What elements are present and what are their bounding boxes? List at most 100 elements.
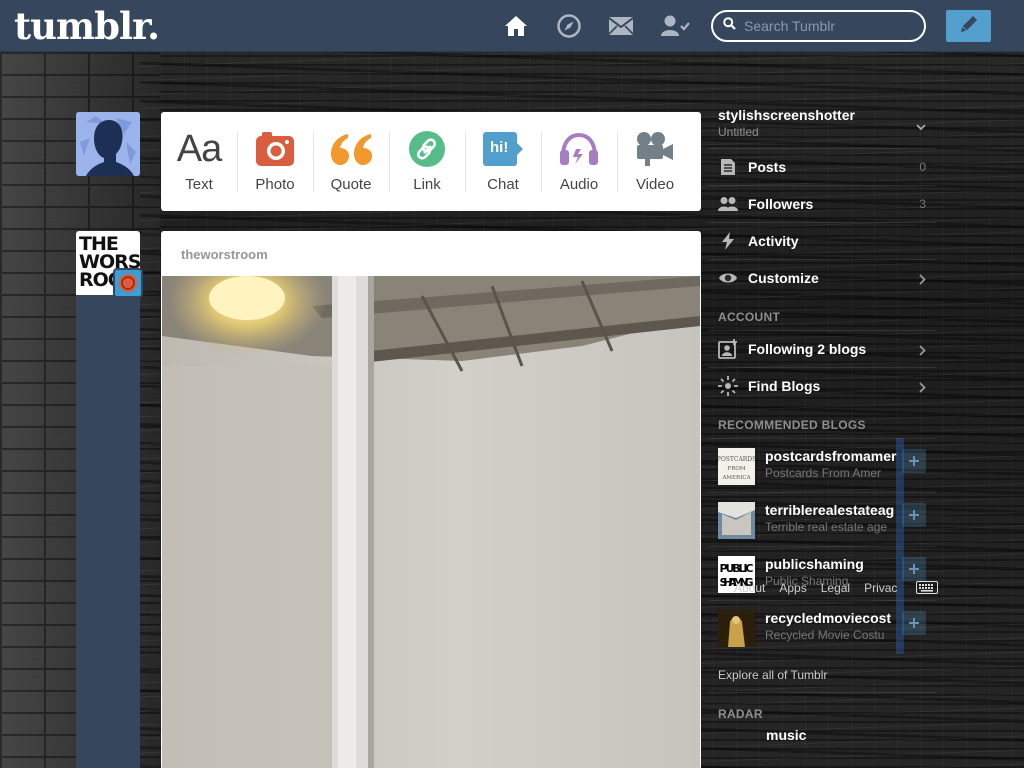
reblog-mini-avatar[interactable]	[113, 268, 143, 298]
recommended-blog-name: publicshaming	[765, 556, 864, 572]
svg-text:FROM: FROM	[727, 466, 745, 472]
find-blogs-icon	[718, 376, 738, 396]
posts-icon	[718, 157, 738, 177]
sidebar-item-label: Followers	[748, 196, 814, 212]
footer-links: About Apps Legal Privac	[734, 581, 897, 595]
tumblr-logo[interactable]: tumblr.	[14, 4, 160, 48]
sidebar-item-label: Posts	[748, 159, 787, 175]
compose-audio-label: Audio	[559, 176, 599, 193]
eye-icon	[718, 268, 738, 288]
following-icon	[718, 339, 738, 359]
follow-button[interactable]	[902, 503, 926, 527]
chevron-down-icon	[916, 118, 926, 136]
account-icon[interactable]	[660, 12, 692, 40]
radar-item[interactable]: music	[708, 727, 936, 747]
user-avatar[interactable]	[76, 112, 140, 176]
blog-thumbnail: POSTCARDS FROM AMERICA	[718, 448, 755, 485]
radar-item-name: music	[766, 727, 807, 743]
keyboard-shortcuts-icon[interactable]	[916, 581, 938, 599]
recommended-blogs-list: POSTCARDS FROM AMERICA postcardsfromamer P…	[708, 438, 938, 654]
sidebar-blog-name: stylishscreenshotter	[718, 107, 855, 123]
sidebar-item-label: Customize	[748, 270, 819, 286]
blog-thumbnail	[718, 610, 755, 647]
post-composer: Aa Text Photo Quote Link hi! Chat Audio	[161, 112, 701, 211]
compose-video-label: Video	[635, 176, 675, 193]
sidebar-item-followers[interactable]: Followers 3	[708, 185, 936, 222]
chevron-right-icon	[919, 380, 926, 398]
compose-text-button[interactable]: Aa Text	[161, 112, 237, 211]
top-navigation-bar: tumblr.	[0, 0, 1024, 52]
compose-video-button[interactable]: Video	[617, 112, 693, 211]
recommended-blog-item[interactable]: recycledmoviecost Recycled Movie Costu	[708, 600, 936, 654]
chat-icon: hi!	[482, 129, 524, 169]
explore-all-link[interactable]: Explore all of Tumblr	[708, 654, 936, 692]
headphones-icon	[559, 129, 599, 169]
footer-link-privacy[interactable]: Privac	[864, 581, 897, 595]
recommended-blog-name: terriblerealestateag	[765, 502, 895, 518]
recommended-blog-item[interactable]: terriblerealestateag Terrible real estat…	[708, 492, 936, 546]
svg-text:AMERICA: AMERICA	[721, 475, 751, 481]
search-input[interactable]	[744, 18, 914, 34]
compose-quote-button[interactable]: Quote	[313, 112, 389, 211]
sidebar-item-activity[interactable]: Activity	[708, 222, 936, 259]
home-icon[interactable]	[502, 12, 530, 40]
search-box[interactable]	[711, 10, 926, 42]
compose-link-label: Link	[413, 176, 441, 193]
follow-button[interactable]	[902, 611, 926, 635]
sidebar-item-customize[interactable]: Customize	[708, 259, 936, 296]
text-icon: Aa	[176, 127, 222, 170]
followers-count: 3	[919, 197, 926, 211]
quote-icon	[330, 129, 372, 169]
post-avatar-column	[76, 295, 140, 768]
compose-chat-button[interactable]: hi! Chat	[465, 112, 541, 211]
chevron-right-icon	[919, 343, 926, 361]
post-photo[interactable]	[162, 276, 700, 768]
search-icon	[723, 17, 736, 35]
svg-text:PUBLIC: PUBLIC	[720, 562, 754, 575]
recommended-blog-name: recycledmoviecost	[765, 610, 892, 626]
right-sidebar: stylishscreenshotter Untitled Posts 0 Fo…	[708, 96, 938, 747]
compose-photo-button[interactable]: Photo	[237, 112, 313, 211]
explore-icon[interactable]	[555, 12, 583, 40]
recommended-blog-title: Recycled Movie Costu	[765, 628, 885, 642]
footer-link-about[interactable]: About	[734, 581, 765, 595]
compose-link-button[interactable]: Link	[389, 112, 465, 211]
compose-audio-button[interactable]: Audio	[541, 112, 617, 211]
pencil-icon	[958, 13, 980, 40]
posts-count: 0	[919, 160, 926, 174]
compose-chat-label: Chat	[487, 176, 519, 193]
compose-text-label: Text	[185, 176, 213, 193]
link-icon	[408, 129, 446, 169]
camera-icon	[255, 129, 295, 169]
recommended-blog-name: postcardsfromamer	[765, 448, 897, 464]
sidebar-item-following[interactable]: Following 2 blogs	[708, 330, 936, 367]
follow-button[interactable]	[902, 449, 926, 473]
recommended-blog-item[interactable]: POSTCARDS FROM AMERICA postcardsfromamer P…	[708, 438, 936, 492]
recommended-section-title: RECOMMENDED BLOGS	[718, 418, 866, 432]
footer-link-apps[interactable]: Apps	[779, 581, 806, 595]
footer-link-legal[interactable]: Legal	[821, 581, 850, 595]
sidebar-item-posts[interactable]: Posts 0	[708, 148, 936, 185]
blog-selector[interactable]: stylishscreenshotter Untitled	[708, 96, 936, 148]
recommended-blog-title: Postcards From Amer	[765, 466, 882, 480]
sidebar-item-find-blogs[interactable]: Find Blogs	[708, 367, 936, 404]
svg-text:POSTCARDS: POSTCARDS	[718, 456, 755, 463]
inbox-icon[interactable]	[607, 12, 635, 40]
sidebar-item-label: Activity	[748, 233, 799, 249]
sidebar-blog-title: Untitled	[718, 125, 759, 139]
compose-quote-label: Quote	[330, 176, 372, 193]
account-section-title: ACCOUNT	[718, 310, 781, 324]
compose-photo-label: Photo	[255, 176, 295, 193]
radar-section-title: RADAR	[708, 692, 936, 727]
activity-icon	[718, 231, 738, 251]
video-camera-icon	[635, 129, 675, 169]
follow-button[interactable]	[902, 557, 926, 581]
dashboard-post: theworstroom	[161, 231, 701, 768]
chevron-right-icon	[919, 272, 926, 290]
recommended-blog-title: Terrible real estate age	[765, 520, 888, 534]
blog-thumbnail	[718, 502, 755, 539]
compose-button[interactable]	[946, 10, 991, 42]
sidebar-item-label: Find Blogs	[748, 378, 821, 394]
sidebar-item-label: Following 2 blogs	[748, 341, 867, 357]
post-blog-name[interactable]: theworstroom	[161, 231, 701, 276]
